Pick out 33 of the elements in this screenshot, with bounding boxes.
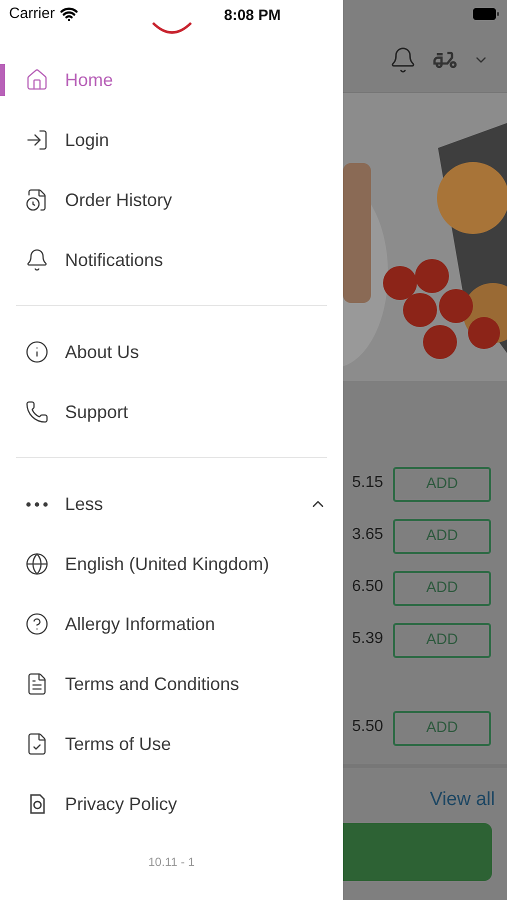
logo-icon bbox=[150, 22, 192, 34]
version-label: 10.11 - 1 bbox=[148, 854, 195, 871]
menu-item[interactable]: Terms of Use bbox=[25, 722, 172, 766]
menu-item[interactable]: Notifications bbox=[25, 238, 164, 282]
more-icon bbox=[26, 502, 48, 506]
menu-item[interactable]: Home bbox=[25, 58, 114, 102]
login-icon bbox=[25, 128, 49, 152]
menu-item[interactable]: About Us bbox=[25, 330, 140, 374]
menu-item[interactable]: Privacy Policy bbox=[25, 782, 178, 826]
question-icon bbox=[25, 612, 49, 636]
checkout-bar[interactable] bbox=[343, 822, 492, 880]
wifi-icon bbox=[60, 5, 78, 23]
menu-item[interactable]: Terms and Conditions bbox=[25, 662, 240, 706]
menu-item[interactable]: Support bbox=[25, 390, 128, 434]
menu-item[interactable]: Login bbox=[25, 118, 110, 162]
info-icon bbox=[25, 340, 49, 364]
bell-icon[interactable] bbox=[389, 46, 417, 74]
phone-icon bbox=[25, 400, 49, 424]
less-toggle[interactable]: Less bbox=[0, 484, 343, 524]
menu-item[interactable]: Order History bbox=[25, 178, 172, 222]
price-label: 5.39 bbox=[352, 629, 384, 649]
menu-item[interactable]: Allergy Information bbox=[25, 602, 216, 646]
price-label: 5.50 bbox=[352, 717, 384, 737]
menu-item[interactable]: English (United Kingdom) bbox=[25, 542, 270, 586]
carrier-label: Carrier bbox=[9, 4, 55, 24]
globe-icon bbox=[25, 552, 49, 576]
price-label: 6.50 bbox=[352, 577, 384, 597]
price-label: 5.15 bbox=[352, 473, 384, 493]
status-time: 8:08 PM bbox=[224, 6, 281, 26]
home-icon bbox=[25, 68, 49, 92]
battery-icon bbox=[473, 8, 499, 20]
bell-icon bbox=[25, 248, 49, 272]
price-label: 3.65 bbox=[352, 525, 384, 545]
